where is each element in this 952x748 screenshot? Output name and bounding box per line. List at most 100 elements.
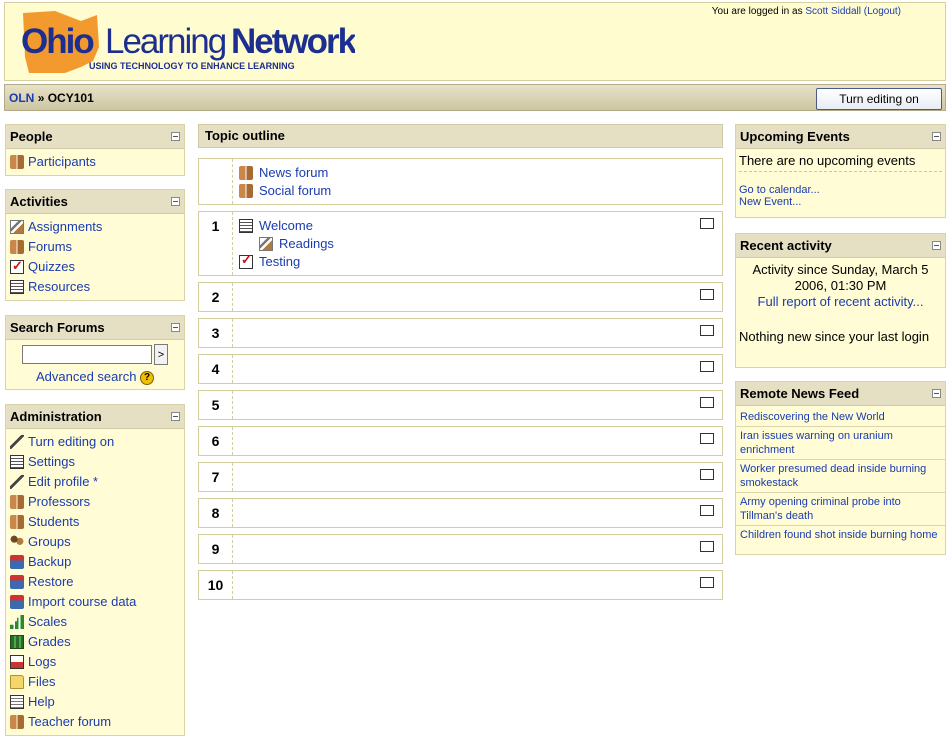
admin-settings[interactable]: Settings [6, 452, 184, 472]
news-item-link[interactable]: Rediscovering the New World [736, 408, 945, 426]
participants-label[interactable]: Participants [28, 154, 96, 169]
admin-item-label[interactable]: Logs [28, 654, 56, 669]
admin-item-label[interactable]: Groups [28, 534, 71, 549]
administration-title: Administration [10, 409, 102, 424]
search-input[interactable] [22, 345, 152, 364]
breadcrumb-root-link[interactable]: OLN [9, 91, 34, 105]
highlight-toggle-icon[interactable] [700, 325, 714, 336]
activity-assignments[interactable]: Assignments [6, 217, 184, 237]
testing-link[interactable]: Testing [239, 251, 334, 271]
admin-grades[interactable]: Grades [6, 632, 184, 652]
social-forum-link[interactable]: Social forum [239, 182, 331, 200]
social-forum-label[interactable]: Social forum [259, 183, 331, 198]
upcoming-events-title: Upcoming Events [740, 129, 850, 144]
admin-edit-profile[interactable]: Edit profile * [6, 472, 184, 492]
admin-item-label[interactable]: Files [28, 674, 55, 689]
highlight-toggle-icon[interactable] [700, 577, 714, 588]
activity-since-text: Activity since Sunday, March 5 2006, 01:… [752, 262, 929, 293]
highlight-toggle-icon[interactable] [700, 397, 714, 408]
section-number: 9 [199, 535, 233, 563]
activity-resources[interactable]: Resources [6, 277, 184, 297]
news-item-link[interactable]: Children found shot inside burning home [736, 525, 945, 544]
admin-item-label[interactable]: Scales [28, 614, 67, 629]
forums-label[interactable]: Forums [28, 239, 72, 254]
section-8: 8 [198, 498, 723, 528]
collapse-icon[interactable] [171, 323, 180, 332]
readings-label[interactable]: Readings [279, 236, 334, 251]
activity-quizzes[interactable]: Quizzes [6, 256, 184, 277]
admin-item-label[interactable]: Backup [28, 554, 71, 569]
participants-link[interactable]: Participants [6, 152, 184, 172]
admin-item-label[interactable]: Settings [28, 454, 75, 469]
students-icon [10, 515, 24, 529]
welcome-label[interactable]: Welcome [259, 218, 313, 233]
admin-logs[interactable]: Logs [6, 652, 184, 672]
collapse-icon[interactable] [171, 412, 180, 421]
help-question-icon[interactable]: ? [140, 370, 155, 385]
nothing-new-text: Nothing new since your last login [739, 329, 930, 344]
news-item-link[interactable]: Worker presumed dead inside burning smok… [736, 459, 945, 492]
highlight-toggle-icon[interactable] [700, 289, 714, 300]
go-to-calendar-link[interactable]: Go to calendar... [739, 184, 820, 196]
assignment-icon [259, 237, 273, 251]
navigation-bar: OLN » OCY101 Turn editing on [4, 84, 946, 111]
activity-forums[interactable]: Forums [6, 237, 184, 257]
highlight-toggle-icon[interactable] [700, 505, 714, 516]
admin-professors[interactable]: Professors [6, 492, 184, 512]
login-prefix: You are logged in as [711, 6, 803, 17]
admin-students[interactable]: Students [6, 512, 184, 532]
admin-item-label[interactable]: Grades [28, 634, 71, 649]
news-forum-link[interactable]: News forum [239, 164, 331, 182]
welcome-link[interactable]: Welcome [239, 217, 334, 235]
advanced-search-link[interactable]: Advanced search [36, 369, 136, 384]
admin-teacher-forum[interactable]: Teacher forum [6, 712, 184, 732]
assignments-label[interactable]: Assignments [28, 219, 102, 234]
full-report-link[interactable]: Full report of recent activity... [758, 294, 924, 309]
news-forum-label[interactable]: News forum [259, 165, 328, 180]
admin-item-label[interactable]: Restore [28, 574, 74, 589]
new-event-link[interactable]: New Event... [739, 196, 801, 208]
admin-backup[interactable]: Backup [6, 552, 184, 572]
highlight-toggle-icon[interactable] [700, 469, 714, 480]
resources-label[interactable]: Resources [28, 279, 90, 294]
admin-item-label[interactable]: Help [28, 694, 55, 709]
topic-outline-title: Topic outline [205, 128, 285, 143]
logout-link[interactable]: (Logout) [864, 6, 901, 17]
highlight-toggle-icon[interactable] [700, 218, 714, 229]
admin-files[interactable]: Files [6, 672, 184, 692]
highlight-toggle-icon[interactable] [700, 541, 714, 552]
admin-restore[interactable]: Restore [6, 572, 184, 592]
admin-item-label[interactable]: Edit profile * [28, 474, 98, 489]
collapse-icon[interactable] [171, 197, 180, 206]
admin-groups[interactable]: Groups [6, 532, 184, 552]
highlight-toggle-icon[interactable] [700, 433, 714, 444]
recent-activity-header: Recent activity [736, 234, 945, 258]
readings-link[interactable]: Readings [259, 235, 334, 253]
user-name-link[interactable]: Scott Siddall [805, 6, 861, 17]
admin-item-label[interactable]: Professors [28, 494, 90, 509]
testing-label[interactable]: Testing [259, 254, 300, 269]
news-item-link[interactable]: Army opening criminal probe into Tillman… [736, 492, 945, 525]
collapse-icon[interactable] [171, 132, 180, 141]
news-item-link[interactable]: Iran issues warning on uranium enrichmen… [736, 426, 945, 459]
highlight-toggle-icon[interactable] [700, 361, 714, 372]
groups-icon [10, 535, 24, 549]
admin-item-label[interactable]: Students [28, 514, 79, 529]
admin-scales[interactable]: Scales [6, 612, 184, 632]
remote-news-feed-title: Remote News Feed [740, 386, 860, 401]
collapse-icon[interactable] [932, 241, 941, 250]
activities-block-header: Activities [6, 190, 184, 214]
collapse-icon[interactable] [932, 132, 941, 141]
section-0: News forum Social forum [198, 158, 723, 205]
admin-item-label[interactable]: Turn editing on [28, 434, 114, 449]
admin-turn-editing-on[interactable]: Turn editing on [6, 432, 184, 452]
collapse-icon[interactable] [932, 389, 941, 398]
admin-item-label[interactable]: Import course data [28, 594, 136, 609]
admin-import-course-data[interactable]: Import course data [6, 592, 184, 612]
turn-editing-on-button[interactable]: Turn editing on [816, 88, 942, 110]
administration-block: Administration Turn editing on Settings … [5, 404, 185, 736]
admin-help[interactable]: Help [6, 692, 184, 712]
search-go-button[interactable]: > [154, 344, 168, 365]
admin-item-label[interactable]: Teacher forum [28, 714, 111, 729]
quizzes-label[interactable]: Quizzes [28, 259, 75, 274]
